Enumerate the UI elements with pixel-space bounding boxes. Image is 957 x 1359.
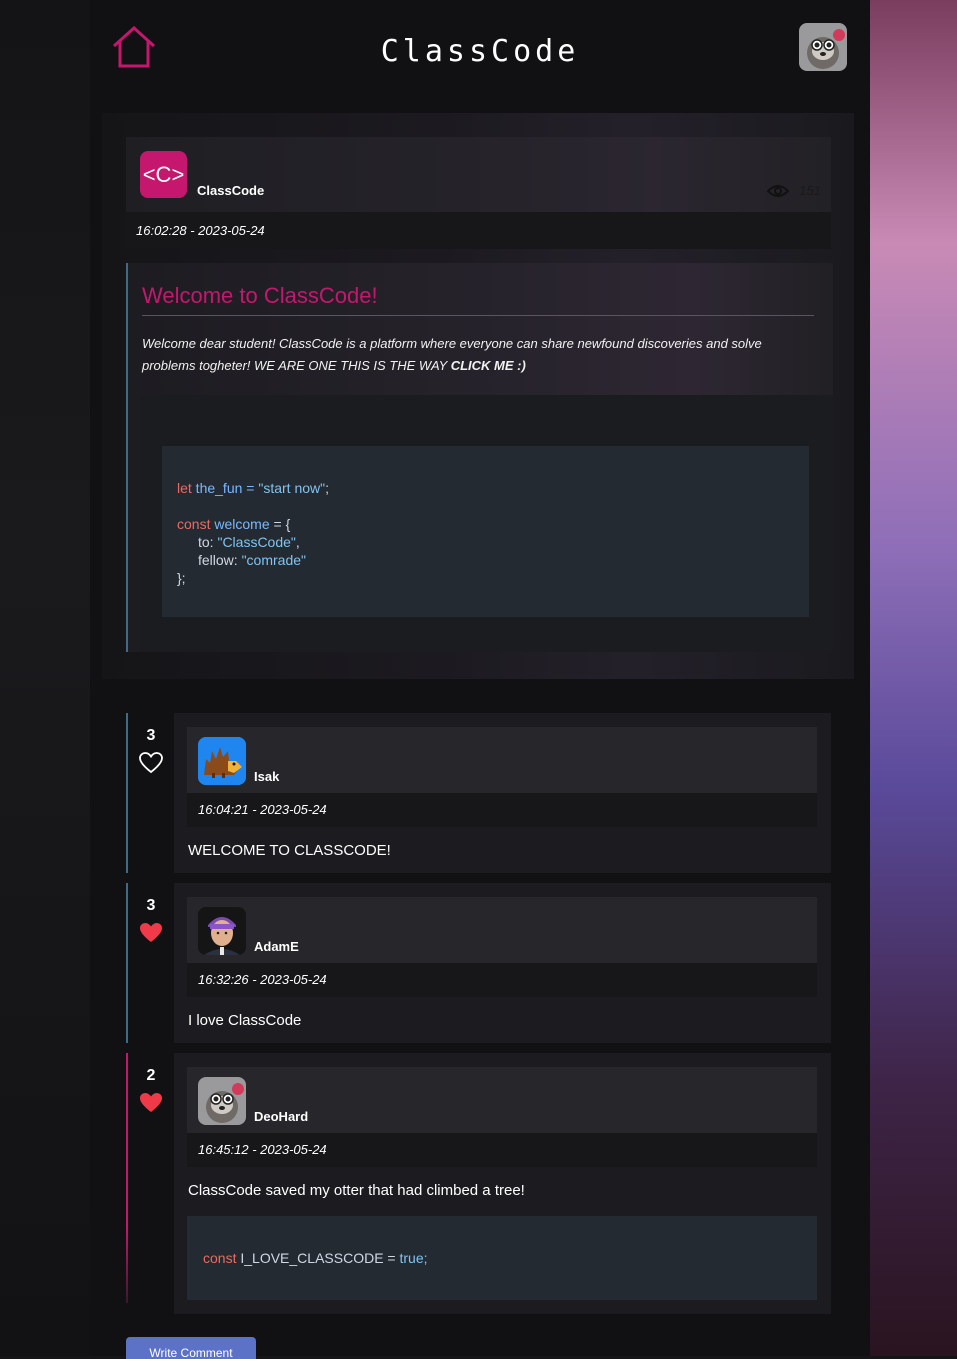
comment-card: AdamE 16:32:26 - 2023-05-24 I love Class… [174,883,831,1043]
comment: 3 Isak 16:04:21 - 2023-05-24 WELCOME TO … [126,713,831,873]
comment-code-block: const I_LOVE_CLASSCODE = true; [187,1216,817,1300]
code-key: to: [198,534,218,550]
code-identifier: I_LOVE_CLASSCODE = [236,1250,400,1266]
comment-author[interactable]: AdamE [254,939,299,954]
code-value: true; [399,1250,428,1266]
comment-text: ClassCode saved my otter that had climbe… [188,1182,525,1199]
post-date: 16:02:28 - 2023-05-24 [126,212,831,249]
comment-card: Isak 16:04:21 - 2023-05-24 WELCOME TO CL… [174,713,831,873]
like-count: 3 [146,897,156,914]
comment: 3 AdamE 16:32:26 - 2023-05-24 I love Cla… [126,883,831,1043]
post-header: <C> ClassCode 151 [126,137,831,212]
code-identifier: welcome [210,516,270,532]
comment-header: Isak [187,727,817,793]
otter-avatar-icon [799,23,847,71]
heart-filled-icon[interactable] [138,921,164,945]
comment-header: DeoHard [187,1067,817,1133]
click-me-link[interactable]: CLICK ME :) [451,358,526,373]
comment-date: 16:32:26 - 2023-05-24 [187,963,817,997]
view-count: 151 [767,183,821,198]
code-identifier: the_fun = [191,480,259,496]
person-avatar[interactable] [198,907,246,955]
code-punct: ; [325,480,329,496]
comment-text: WELCOME TO CLASSCODE! [188,842,391,859]
comment-rail [126,1053,128,1303]
hedgehog-avatar[interactable] [198,737,246,785]
person-icon [198,907,246,955]
heart-outline-icon[interactable] [138,751,164,775]
heart-filled-icon[interactable] [138,1091,164,1115]
code-punct: = { [269,516,291,532]
post-title: Welcome to ClassCode! [142,283,814,316]
like-count: 2 [146,1067,156,1084]
code-block-container: let the_fun = "start now"; const welcome… [140,395,833,652]
comment-date: 16:04:21 - 2023-05-24 [187,793,817,827]
code-string: "comrade" [241,552,306,568]
comment-card: DeoHard 16:45:12 - 2023-05-24 ClassCode … [174,1053,831,1314]
site-logo[interactable]: ClassCode [90,34,870,69]
comment-author[interactable]: Isak [254,769,279,784]
code-keyword: let [177,480,192,496]
comment: 2 DeoHard 16:45:12 - 2023-05-24 ClassCod… [126,1053,831,1314]
comment-author[interactable]: DeoHard [254,1109,308,1124]
like-count: 3 [146,727,156,744]
post-body: Welcome to ClassCode! Welcome dear stude… [126,263,833,652]
code-keyword: const [203,1250,237,1266]
code-line-4: fellow: "comrade" [177,551,809,569]
code-string: "ClassCode" [217,534,296,550]
code-line-2: const welcome = { [177,515,809,533]
comment-header: AdamE [187,897,817,963]
code-block: let the_fun = "start now"; const welcome… [162,446,809,617]
code-key: fellow: [198,552,242,568]
code-keyword: const [177,516,211,532]
comment-date: 16:45:12 - 2023-05-24 [187,1133,817,1167]
view-count-value: 151 [799,183,821,198]
comment-rail [126,713,128,873]
top-bar: ClassCode [90,0,870,100]
code-punct: , [295,534,300,550]
comment-rail [126,883,128,1043]
comment-text: I love ClassCode [188,1012,302,1029]
post-author[interactable]: ClassCode [197,183,264,198]
code-line-1: let the_fun = "start now"; [177,479,809,497]
hedgehog-icon [198,737,246,785]
background-left [0,0,90,1356]
classcode-logo-avatar: <C> [140,151,187,198]
user-avatar[interactable] [799,23,847,71]
eye-icon [767,184,790,197]
post-text: Welcome dear student! ClassCode is a pla… [142,333,792,377]
background-right [870,0,957,1356]
code-line-3: to: "ClassCode", [177,533,809,551]
otter-icon [198,1077,246,1125]
code-line-5: }; [177,570,186,586]
code-string: "start now" [258,480,326,496]
otter-avatar[interactable] [198,1077,246,1125]
